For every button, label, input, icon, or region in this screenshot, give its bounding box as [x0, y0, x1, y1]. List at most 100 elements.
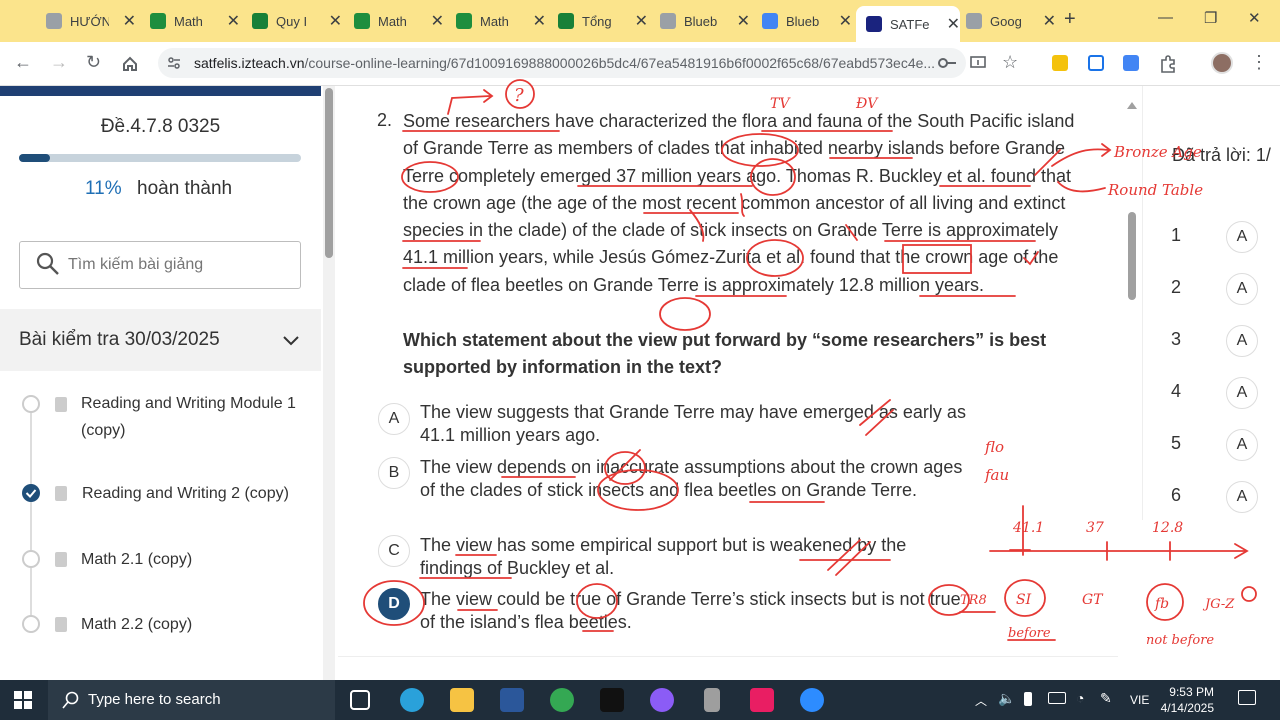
address-bar[interactable]: satfelis.izteach.vn/course-online-learni… [158, 48, 966, 78]
section-header[interactable]: Bài kiểm tra 30/03/2025 [0, 309, 321, 371]
answer-row[interactable]: 2A [1142, 263, 1280, 315]
lesson-search-input[interactable] [19, 241, 301, 289]
answer-row[interactable]: 3A [1142, 315, 1280, 367]
browser-tab[interactable]: Math ✕ [140, 6, 240, 36]
messenger-icon[interactable] [650, 688, 674, 712]
extension-notes-icon[interactable] [1052, 55, 1068, 71]
menu-kebab-icon[interactable]: ⋮ [1250, 52, 1268, 73]
taskbar-search-box[interactable]: Type here to search [48, 680, 335, 720]
volume-icon[interactable]: 🔈 [998, 690, 1015, 707]
battery-icon[interactable] [1048, 692, 1066, 704]
reload-icon[interactable]: ↻ [86, 52, 101, 73]
answer-row[interactable]: 1A [1142, 211, 1280, 263]
answer-row-choice[interactable]: A [1226, 221, 1258, 253]
new-tab-button[interactable]: + [1064, 8, 1076, 31]
answer-row-choice[interactable]: A [1226, 377, 1258, 409]
site-info-icon[interactable] [166, 55, 182, 71]
tab-title: Goog [990, 13, 1022, 29]
network-icon[interactable]: ◔ [1076, 690, 1084, 706]
answer-row-choice[interactable]: A [1226, 481, 1258, 513]
scroll-up-arrow-icon[interactable] [1127, 102, 1137, 109]
home-icon[interactable] [121, 55, 139, 73]
close-tab-icon[interactable]: ✕ [1043, 11, 1056, 31]
close-tab-icon[interactable]: ✕ [431, 11, 444, 31]
minimize-icon[interactable]: — [1158, 9, 1173, 26]
close-tab-icon[interactable]: ✕ [635, 11, 648, 31]
sidebar-scroll-thumb[interactable] [325, 88, 333, 258]
extension-mail-icon[interactable] [1088, 55, 1104, 71]
tray-chevron-icon[interactable]: ︿ [975, 692, 987, 709]
close-tab-icon[interactable]: ✕ [839, 11, 852, 31]
task-view-icon[interactable] [350, 690, 370, 710]
calculator-icon[interactable] [704, 688, 720, 712]
notification-icon[interactable] [1238, 690, 1256, 705]
answer-row-choice[interactable]: A [1226, 429, 1258, 461]
telegram-icon[interactable] [400, 688, 424, 712]
option-letter[interactable]: C [378, 535, 410, 567]
khan-icon [762, 13, 778, 29]
close-tab-icon[interactable]: ✕ [737, 11, 750, 31]
answer-option-d[interactable]: D The view could be true of Grande Terre… [378, 588, 1078, 634]
answer-row[interactable]: 4A [1142, 367, 1280, 419]
browser-tab[interactable]: SATFe ✕ [856, 6, 960, 42]
browser-tab[interactable]: Blueb ✕ [650, 6, 750, 36]
option-text[interactable]: The view suggests that Grande Terre may … [420, 401, 980, 446]
close-tab-icon[interactable]: ✕ [329, 11, 342, 31]
file-explorer-icon[interactable] [450, 688, 474, 712]
back-icon[interactable]: ← [14, 52, 32, 73]
answer-row[interactable]: 5A [1142, 419, 1280, 471]
browser-tab[interactable]: Quy I ✕ [242, 6, 342, 36]
extensions-puzzle-icon[interactable] [1158, 54, 1178, 74]
option-text[interactable]: The view has some empirical support but … [420, 534, 960, 579]
browser-tab[interactable]: Math ✕ [446, 6, 546, 36]
clock[interactable]: 9:53 PM 4/14/2025 [1128, 684, 1214, 716]
browser-tab[interactable]: Tổng ✕ [548, 6, 648, 36]
close-tab-icon[interactable]: ✕ [123, 11, 136, 31]
bookmark-star-icon[interactable]: ☆ [1002, 52, 1018, 73]
lesson-item[interactable]: Reading and Writing 2 (copy) [0, 483, 321, 513]
browser-tab[interactable]: HƯỚNG ✕ [36, 6, 136, 36]
browser-tab[interactable]: Math ✕ [344, 6, 444, 36]
close-tab-icon[interactable]: ✕ [533, 11, 546, 31]
content-scrollbar[interactable] [1126, 100, 1138, 680]
zoom-icon[interactable] [800, 688, 824, 712]
clock-time: 9:53 PM [1169, 685, 1214, 699]
close-tab-icon[interactable]: ✕ [227, 11, 240, 31]
chevron-down-icon[interactable] [282, 331, 300, 349]
browser-tab[interactable]: Blueb ✕ [752, 6, 852, 36]
microphone-icon[interactable] [1024, 692, 1032, 706]
answer-option-c[interactable]: C The view has some empirical support bu… [378, 534, 1078, 580]
close-window-icon[interactable]: ✕ [1248, 9, 1261, 27]
option-text[interactable]: The view depends on inaccurate assumptio… [420, 456, 965, 501]
forward-icon[interactable]: → [50, 52, 68, 73]
snipping-tool-icon[interactable] [750, 688, 774, 712]
progress-percent: 11% [85, 178, 122, 199]
check-circle-icon [22, 484, 40, 502]
answer-option-b[interactable]: B The view depends on inaccurate assumpt… [378, 456, 1078, 524]
option-letter[interactable]: A [378, 403, 410, 435]
chrome-icon[interactable] [550, 688, 574, 712]
option-letter-selected[interactable]: D [378, 588, 410, 620]
password-key-icon[interactable] [937, 55, 957, 71]
option-text[interactable]: The view could be true of Grande Terre’s… [420, 588, 980, 633]
browser-tab[interactable]: Goog ✕ [956, 6, 1056, 36]
translate-extension-icon[interactable] [1123, 55, 1139, 71]
word-icon[interactable] [500, 688, 524, 712]
restore-icon[interactable]: ❐ [1204, 9, 1217, 27]
answer-row-choice[interactable]: A [1226, 325, 1258, 357]
profile-avatar[interactable] [1211, 52, 1233, 74]
lesson-item[interactable]: Math 2.1 (copy) [0, 549, 321, 579]
content-scroll-thumb[interactable] [1128, 212, 1136, 300]
install-app-icon[interactable] [969, 54, 987, 72]
answer-row[interactable]: 6A [1142, 471, 1280, 523]
answer-option-a[interactable]: A The view suggests that Grande Terre ma… [378, 401, 1078, 447]
pen-icon[interactable]: ✎ [1100, 690, 1112, 707]
lesson-item[interactable]: Math 2.2 (copy) [0, 614, 321, 644]
document-icon [55, 617, 67, 632]
windows-start-icon[interactable] [14, 691, 32, 709]
lesson-item[interactable]: Reading and Writing Module 1 (copy) [0, 392, 321, 452]
sidebar-scrollbar[interactable] [323, 86, 335, 680]
answer-row-choice[interactable]: A [1226, 273, 1258, 305]
audio-app-icon[interactable] [600, 688, 624, 712]
option-letter[interactable]: B [378, 457, 410, 489]
